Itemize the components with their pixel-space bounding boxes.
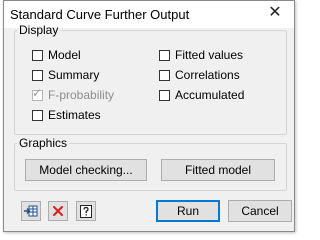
- model-checkbox[interactable]: Model: [32, 48, 81, 62]
- export-button[interactable]: [21, 201, 41, 221]
- close-icon[interactable]: ✕: [265, 3, 285, 23]
- run-button[interactable]: Run: [156, 200, 220, 222]
- estimates-label: Estimates: [48, 108, 101, 122]
- checkbox-box[interactable]: [32, 69, 43, 81]
- fitted-values-label: Fitted values: [175, 48, 244, 62]
- accumulated-label: Accumulated: [175, 88, 245, 102]
- checkbox-box: ✓: [32, 85, 43, 101]
- export-to-spreadsheet-icon: [24, 205, 38, 217]
- fitted-model-button[interactable]: Fitted model: [161, 159, 275, 181]
- model-checking-button[interactable]: Model checking...: [25, 159, 147, 181]
- further-output-dialog: Standard Curve Further Output ✕ Display …: [3, 0, 295, 232]
- accumulated-checkbox[interactable]: Accumulated: [159, 88, 244, 102]
- checkbox-box[interactable]: [159, 69, 170, 81]
- f-probability-checkbox: ✓ F-probability: [32, 85, 115, 102]
- clear-icon: [53, 206, 63, 216]
- correlations-checkbox[interactable]: Correlations: [159, 68, 240, 82]
- model-label: Model: [48, 48, 81, 62]
- display-group-label: Display: [19, 23, 59, 37]
- summary-checkbox[interactable]: Summary: [32, 68, 99, 82]
- checkmark-icon: ✓: [32, 85, 43, 100]
- checkbox-box[interactable]: [159, 49, 170, 61]
- clear-button[interactable]: [48, 201, 68, 221]
- estimates-checkbox[interactable]: Estimates: [32, 108, 101, 122]
- window-title: Standard Curve Further Output: [10, 7, 190, 22]
- help-button[interactable]: [76, 201, 96, 221]
- summary-label: Summary: [48, 68, 100, 82]
- graphics-group-label: Graphics: [19, 136, 68, 150]
- correlations-label: Correlations: [175, 68, 240, 82]
- checkbox-box[interactable]: [32, 49, 43, 61]
- checkbox-box[interactable]: [159, 89, 170, 101]
- cancel-button[interactable]: Cancel: [228, 200, 292, 222]
- f-probability-label: F-probability: [48, 88, 115, 102]
- help-icon: [80, 204, 92, 218]
- fitted-values-checkbox[interactable]: Fitted values: [159, 48, 243, 62]
- checkbox-box[interactable]: [32, 109, 43, 121]
